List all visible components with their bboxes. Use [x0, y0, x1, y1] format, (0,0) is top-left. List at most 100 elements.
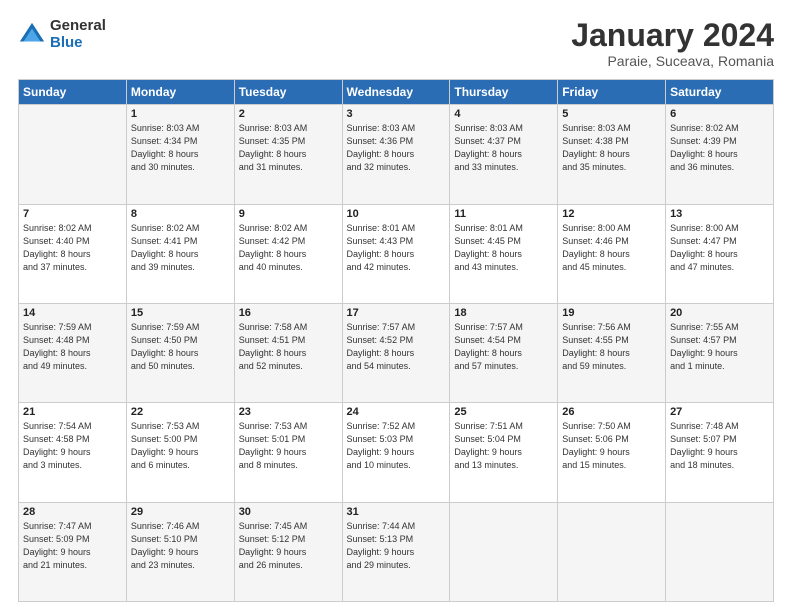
calendar-week-3: 14 Sunrise: 7:59 AM Sunset: 4:48 PM Dayli…	[19, 303, 774, 402]
table-row: 16 Sunrise: 7:58 AM Sunset: 4:51 PM Dayli…	[234, 303, 342, 402]
day-number: 4	[454, 108, 553, 120]
page: General Blue January 2024 Paraie, Suceav…	[0, 0, 792, 612]
table-row: 2Sunrise: 8:03 AM Sunset: 4:35 PM Daylig…	[234, 105, 342, 204]
table-row: 5 Sunrise: 8:03 AM Sunset: 4:38 PM Daylig…	[558, 105, 666, 204]
table-row: 28Sunrise: 7:47 AM Sunset: 5:09 PM Dayli…	[19, 502, 127, 601]
day-info: Sunrise: 7:45 AM Sunset: 5:12 PM Dayligh…	[239, 520, 338, 572]
table-row: 23 Sunrise: 7:53 AM Sunset: 5:01 PM Dayli…	[234, 403, 342, 502]
table-row	[19, 105, 127, 204]
day-info: Sunrise: 7:58 AM Sunset: 4:51 PM Dayligh…	[239, 321, 338, 373]
month-title: January 2024	[571, 18, 774, 53]
table-row: 11 Sunrise: 8:01 AM Sunset: 4:45 PM Dayli…	[450, 204, 558, 303]
day-number: 8	[131, 208, 230, 220]
day-info: Sunrise: 8:03 AM Sunset: 4:38 PM Dayligh…	[562, 122, 661, 174]
day-info: Sunrise: 7:57 AM Sunset: 4:54 PM Dayligh…	[454, 321, 553, 373]
calendar-week-1: 1Sunrise: 8:03 AM Sunset: 4:34 PM Daylig…	[19, 105, 774, 204]
day-info: Sunrise: 8:03 AM Sunset: 4:36 PM Dayligh…	[347, 122, 446, 174]
day-number: 11	[454, 208, 553, 220]
table-row: 25 Sunrise: 7:51 AM Sunset: 5:04 PM Dayli…	[450, 403, 558, 502]
table-row: 15 Sunrise: 7:59 AM Sunset: 4:50 PM Dayli…	[126, 303, 234, 402]
header-monday: Monday	[126, 80, 234, 105]
table-row: 1Sunrise: 8:03 AM Sunset: 4:34 PM Daylig…	[126, 105, 234, 204]
day-number: 21	[23, 406, 122, 418]
location-subtitle: Paraie, Suceava, Romania	[571, 53, 774, 69]
day-number: 29	[131, 506, 230, 518]
day-info: Sunrise: 7:53 AM Sunset: 5:00 PM Dayligh…	[131, 420, 230, 472]
table-row: 27 Sunrise: 7:48 AM Sunset: 5:07 PM Dayli…	[666, 403, 774, 502]
table-row: 20 Sunrise: 7:55 AM Sunset: 4:57 PM Dayli…	[666, 303, 774, 402]
day-number: 6	[670, 108, 769, 120]
day-number: 20	[670, 307, 769, 319]
logo-blue-text: Blue	[50, 35, 106, 52]
table-row: 10 Sunrise: 8:01 AM Sunset: 4:43 PM Dayli…	[342, 204, 450, 303]
day-number: 25	[454, 406, 553, 418]
table-row: 29 Sunrise: 7:46 AM Sunset: 5:10 PM Dayli…	[126, 502, 234, 601]
day-info: Sunrise: 8:00 AM Sunset: 4:46 PM Dayligh…	[562, 222, 661, 274]
day-info: Sunrise: 7:59 AM Sunset: 4:48 PM Dayligh…	[23, 321, 122, 373]
day-number: 12	[562, 208, 661, 220]
day-number: 31	[347, 506, 446, 518]
day-info: Sunrise: 7:47 AM Sunset: 5:09 PM Dayligh…	[23, 520, 122, 572]
day-number: 26	[562, 406, 661, 418]
day-info: Sunrise: 7:59 AM Sunset: 4:50 PM Dayligh…	[131, 321, 230, 373]
day-info: Sunrise: 8:01 AM Sunset: 4:43 PM Dayligh…	[347, 222, 446, 274]
day-number: 19	[562, 307, 661, 319]
logo-general-text: General	[50, 18, 106, 35]
day-info: Sunrise: 8:03 AM Sunset: 4:34 PM Dayligh…	[131, 122, 230, 174]
day-number: 30	[239, 506, 338, 518]
table-row	[450, 502, 558, 601]
table-row: 9Sunrise: 8:02 AM Sunset: 4:42 PM Daylig…	[234, 204, 342, 303]
header-thursday: Thursday	[450, 80, 558, 105]
day-number: 5	[562, 108, 661, 120]
table-row: 30 Sunrise: 7:45 AM Sunset: 5:12 PM Dayli…	[234, 502, 342, 601]
header: General Blue January 2024 Paraie, Suceav…	[18, 18, 774, 69]
day-number: 10	[347, 208, 446, 220]
day-number: 7	[23, 208, 122, 220]
calendar-week-4: 21 Sunrise: 7:54 AM Sunset: 4:58 PM Dayli…	[19, 403, 774, 502]
table-row	[666, 502, 774, 601]
calendar: Sunday Monday Tuesday Wednesday Thursday…	[18, 79, 774, 602]
day-number: 14	[23, 307, 122, 319]
table-row: 8 Sunrise: 8:02 AM Sunset: 4:41 PM Daylig…	[126, 204, 234, 303]
header-wednesday: Wednesday	[342, 80, 450, 105]
day-info: Sunrise: 8:00 AM Sunset: 4:47 PM Dayligh…	[670, 222, 769, 274]
day-number: 17	[347, 307, 446, 319]
header-saturday: Saturday	[666, 80, 774, 105]
table-row: 17Sunrise: 7:57 AM Sunset: 4:52 PM Dayli…	[342, 303, 450, 402]
day-info: Sunrise: 7:55 AM Sunset: 4:57 PM Dayligh…	[670, 321, 769, 373]
calendar-header-row: Sunday Monday Tuesday Wednesday Thursday…	[19, 80, 774, 105]
table-row: 13 Sunrise: 8:00 AM Sunset: 4:47 PM Dayli…	[666, 204, 774, 303]
day-number: 9	[239, 208, 338, 220]
day-number: 16	[239, 307, 338, 319]
calendar-week-5: 28Sunrise: 7:47 AM Sunset: 5:09 PM Dayli…	[19, 502, 774, 601]
header-sunday: Sunday	[19, 80, 127, 105]
day-info: Sunrise: 7:48 AM Sunset: 5:07 PM Dayligh…	[670, 420, 769, 472]
day-info: Sunrise: 7:46 AM Sunset: 5:10 PM Dayligh…	[131, 520, 230, 572]
table-row: 14 Sunrise: 7:59 AM Sunset: 4:48 PM Dayli…	[19, 303, 127, 402]
table-row: 3Sunrise: 8:03 AM Sunset: 4:36 PM Daylig…	[342, 105, 450, 204]
table-row: 24 Sunrise: 7:52 AM Sunset: 5:03 PM Dayli…	[342, 403, 450, 502]
day-info: Sunrise: 7:51 AM Sunset: 5:04 PM Dayligh…	[454, 420, 553, 472]
logo: General Blue	[18, 18, 106, 51]
table-row: 4Sunrise: 8:03 AM Sunset: 4:37 PM Daylig…	[450, 105, 558, 204]
day-number: 27	[670, 406, 769, 418]
day-info: Sunrise: 7:52 AM Sunset: 5:03 PM Dayligh…	[347, 420, 446, 472]
table-row: 12 Sunrise: 8:00 AM Sunset: 4:46 PM Dayli…	[558, 204, 666, 303]
day-number: 22	[131, 406, 230, 418]
day-info: Sunrise: 8:02 AM Sunset: 4:39 PM Dayligh…	[670, 122, 769, 174]
logo-icon	[18, 21, 46, 49]
table-row: 18Sunrise: 7:57 AM Sunset: 4:54 PM Dayli…	[450, 303, 558, 402]
header-friday: Friday	[558, 80, 666, 105]
title-block: January 2024 Paraie, Suceava, Romania	[571, 18, 774, 69]
logo-text: General Blue	[50, 18, 106, 51]
day-number: 13	[670, 208, 769, 220]
day-number: 15	[131, 307, 230, 319]
table-row: 7Sunrise: 8:02 AM Sunset: 4:40 PM Daylig…	[19, 204, 127, 303]
day-info: Sunrise: 7:54 AM Sunset: 4:58 PM Dayligh…	[23, 420, 122, 472]
day-info: Sunrise: 8:01 AM Sunset: 4:45 PM Dayligh…	[454, 222, 553, 274]
day-info: Sunrise: 8:02 AM Sunset: 4:41 PM Dayligh…	[131, 222, 230, 274]
day-number: 23	[239, 406, 338, 418]
day-number: 24	[347, 406, 446, 418]
header-tuesday: Tuesday	[234, 80, 342, 105]
day-info: Sunrise: 7:53 AM Sunset: 5:01 PM Dayligh…	[239, 420, 338, 472]
